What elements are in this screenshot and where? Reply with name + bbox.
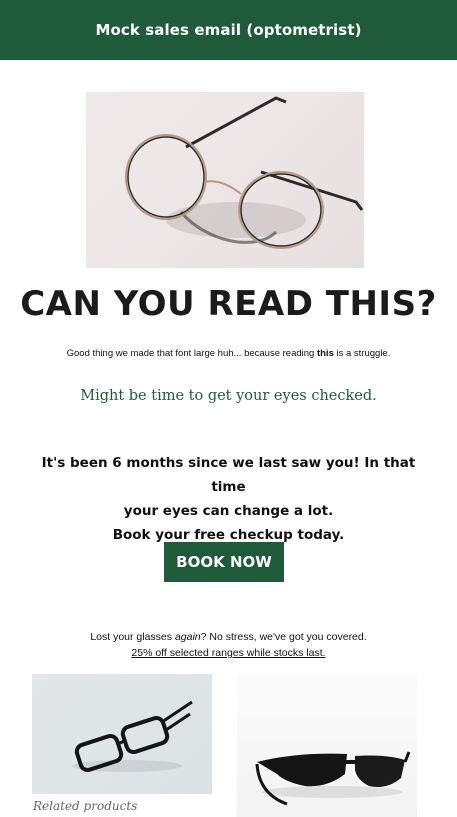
related-products-label: Related products	[33, 799, 138, 813]
main-headline: CAN YOU READ THIS?	[20, 284, 437, 324]
promo-line: Lost your glasses again? No stress, we'v…	[0, 629, 457, 645]
eyeglasses-icon	[125, 96, 364, 249]
product-image-1[interactable]	[32, 674, 212, 794]
black-frame-glasses-icon	[72, 700, 193, 773]
body-line-2: your eyes can change a lot.	[123, 503, 334, 519]
body-line-1: It's been 6 months since we last saw you…	[41, 455, 416, 495]
subline-text: Good thing we made that font large huh..…	[0, 348, 457, 359]
promo-pre: Lost your glasses	[90, 631, 175, 643]
subline-post: is a struggle.	[333, 348, 391, 359]
body-copy: It's been 6 months since we last saw you…	[30, 451, 427, 547]
subline-pre: Good thing we made that font large huh..…	[66, 348, 317, 359]
promo-text: Lost your glasses again? No stress, we'v…	[0, 629, 457, 661]
promo-post: ? No stress, we've got you covered.	[200, 631, 367, 643]
email-header: Mock sales email (optometrist)	[0, 0, 457, 60]
sunglasses-icon	[255, 751, 411, 806]
product-image-2[interactable]	[237, 674, 417, 817]
tagline: Might be time to get your eyes checked.	[80, 388, 377, 404]
promo-italic: again	[174, 631, 201, 643]
email-title: Mock sales email (optometrist)	[95, 21, 362, 39]
eyeglasses-hero-image	[86, 92, 364, 268]
book-now-button[interactable]: BOOK NOW	[164, 542, 284, 582]
promo-link[interactable]: 25% off selected ranges while stocks las…	[131, 647, 325, 659]
subline-bold: this	[316, 348, 334, 359]
